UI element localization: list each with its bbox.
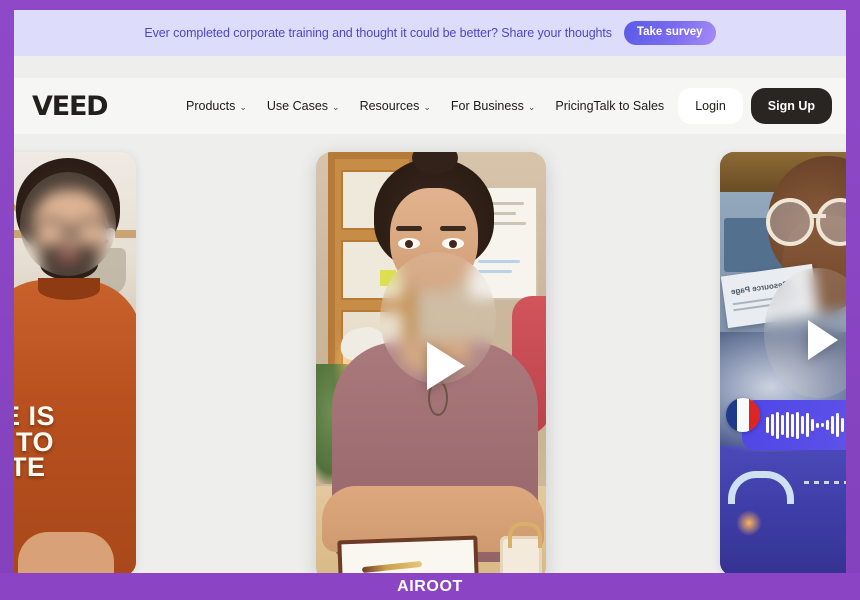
bridge xyxy=(810,214,826,218)
video-card-center[interactable] xyxy=(316,152,546,573)
lens xyxy=(32,218,68,250)
play-button-icon[interactable] xyxy=(808,320,838,360)
promo-message: Ever completed corporate training and th… xyxy=(144,26,612,40)
nav-item-resources[interactable]: Resources ⌄ xyxy=(360,99,431,113)
signup-button[interactable]: Sign Up xyxy=(750,88,832,124)
video-card-right[interactable]: Resource Page xyxy=(720,152,846,573)
chevron-down-icon: ⌄ xyxy=(239,101,247,112)
take-survey-button[interactable]: Take survey xyxy=(623,20,716,46)
nav-label: Use Cases xyxy=(266,99,329,113)
chevron-down-icon: ⌄ xyxy=(332,101,340,112)
mouth xyxy=(56,252,80,261)
pupil xyxy=(449,239,457,248)
nav-label: Resources xyxy=(359,99,420,113)
chevron-down-icon: ⌄ xyxy=(527,101,536,112)
video-card-left[interactable]: RE IS W TO RITE xyxy=(14,152,136,573)
nav-links: Products ⌄ Use Cases ⌄ Resources ⌄ For B… xyxy=(186,99,594,113)
nav-label: For Business xyxy=(450,99,524,113)
lower-ui-panel xyxy=(720,446,846,573)
board-line xyxy=(478,270,512,273)
card-right-scene: Resource Page xyxy=(720,152,846,573)
france-flag-icon xyxy=(726,398,760,432)
nav-item-products[interactable]: Products ⌄ xyxy=(186,99,247,113)
eye xyxy=(442,238,464,249)
nav-label: Pricing xyxy=(555,99,594,113)
play-button-icon[interactable] xyxy=(427,342,465,390)
nav-item-use-cases[interactable]: Use Cases ⌄ xyxy=(267,99,340,113)
login-button[interactable]: Login xyxy=(678,88,743,124)
talk-to-sales-link[interactable]: Talk to Sales xyxy=(593,99,664,113)
caption-line: RE IS xyxy=(14,401,56,431)
handbag xyxy=(500,522,542,573)
veed-logo[interactable]: VEED xyxy=(32,91,109,122)
dashed-line xyxy=(804,481,846,484)
chevron-down-icon: ⌄ xyxy=(423,101,431,112)
watermark-bar: AIROOT xyxy=(0,573,860,600)
nav-item-for-business[interactable]: For Business ⌄ xyxy=(451,99,536,113)
main-navigation-bar: VEED Products ⌄ Use Cases ⌄ Resources ⌄ … xyxy=(14,78,846,134)
paper-title: Resource Page xyxy=(730,279,789,297)
eyebrow xyxy=(396,226,422,231)
video-caption-left: RE IS W TO RITE xyxy=(14,401,136,483)
earbud xyxy=(106,228,115,241)
eye xyxy=(398,238,420,249)
glow-dot xyxy=(736,510,762,536)
eyeglasses-icon xyxy=(766,198,814,246)
pupil xyxy=(405,239,413,248)
eyeglasses-icon xyxy=(30,218,112,250)
caption-line: RITE xyxy=(14,452,46,483)
recording-frame: Ever completed corporate training and th… xyxy=(0,0,860,600)
promo-banner: Ever completed corporate training and th… xyxy=(14,10,846,56)
nav-item-pricing[interactable]: Pricing xyxy=(555,99,593,113)
sticky-note xyxy=(380,270,396,286)
audio-waveform xyxy=(766,410,846,440)
nav-actions: Talk to Sales Login Sign Up xyxy=(593,88,832,124)
hand xyxy=(18,532,114,573)
card-left-scene: RE IS W TO RITE xyxy=(14,152,136,573)
nav-label: Products xyxy=(186,99,236,113)
board-line xyxy=(478,260,520,263)
bridge xyxy=(63,228,77,232)
lens xyxy=(74,218,110,250)
eyebrow xyxy=(440,226,466,231)
watermark-label: AIROOT xyxy=(397,577,463,595)
collar xyxy=(38,278,100,300)
